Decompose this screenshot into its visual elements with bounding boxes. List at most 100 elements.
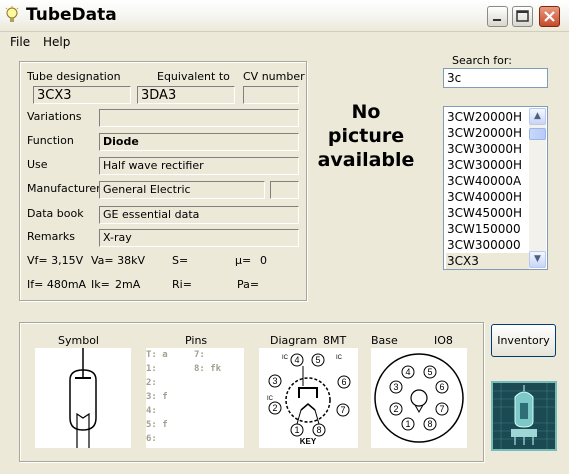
pin-entry: 5: f [146, 420, 168, 430]
base-pin-label: 4 [405, 367, 410, 377]
base-pin-label: 3 [393, 382, 398, 392]
app-window: TubeData File Help Tube designation Equi… [0, 0, 569, 474]
s-value: S= [172, 254, 189, 267]
pins-list: T: a 1: 2: 3: f 4: 5: f 6: 7: 8: fk [146, 348, 244, 448]
pin-entry: 4: [146, 406, 157, 416]
pin-entry: 2: [146, 378, 157, 388]
pin-entry: 6: [146, 434, 157, 444]
symbol-label: Symbol [58, 334, 99, 347]
base-label: Base [371, 334, 398, 347]
diagram-pin-label: IC [336, 355, 343, 361]
function-label: Function [27, 134, 74, 147]
inventory-button[interactable]: Inventory [491, 324, 556, 357]
diagram-pin-label: 4 [294, 355, 299, 365]
ik-value: 2mA [115, 278, 141, 291]
diagram-code: 8MT [323, 334, 347, 347]
pin-entry: 8: fk [194, 364, 222, 374]
tube-logo-icon [493, 383, 555, 449]
base-diagram-icon: 4 5 3 6 2 7 1 8 [374, 353, 464, 443]
diagram-pin-label: 7 [340, 405, 345, 415]
list-item[interactable]: 3CW30000H [446, 141, 529, 157]
scroll-up-icon[interactable]: ▲ [529, 108, 546, 125]
diagram-pin-label: 2 [272, 403, 277, 413]
base-diagram: 4 5 3 6 2 7 1 8 [371, 348, 467, 448]
tube-symbol [35, 348, 131, 448]
diagram-pin-label: KEY [300, 437, 317, 446]
diagram-pin-label: 3 [272, 376, 277, 386]
manufacturer-field[interactable]: General Electric [99, 181, 265, 199]
close-icon [544, 11, 555, 22]
databook-field[interactable]: GE essential data [99, 206, 299, 224]
diagram-pin-label: IC [282, 355, 289, 361]
maximize-button[interactable] [512, 6, 533, 27]
close-button[interactable] [539, 6, 560, 27]
no-picture-line3: available [317, 149, 415, 171]
bulb-icon [5, 6, 19, 22]
mu-value: 0 [260, 254, 267, 267]
minimize-button[interactable] [487, 6, 508, 27]
list-item[interactable]: 3CW150000 [446, 221, 529, 237]
base-pin-label: 6 [439, 382, 444, 392]
minimize-icon [493, 19, 501, 21]
remarks-label: Remarks [27, 230, 75, 243]
no-picture-text: No picture available [306, 100, 426, 172]
menu-file[interactable]: File [10, 35, 30, 49]
equivalent-field[interactable]: 3DA3 [137, 86, 235, 104]
va-value: Va= 38kV [91, 254, 146, 267]
diagram-pin-label: 1 [294, 425, 299, 435]
ik-label: Ik= [91, 278, 110, 291]
base-pin-label: 8 [427, 419, 432, 429]
pin-entry: 3: f [146, 392, 168, 402]
list-item[interactable]: 3CW40000H [446, 189, 529, 205]
pa-value: Pa= [237, 278, 260, 291]
pin-entry: T: a [146, 350, 168, 360]
list-item[interactable]: 3CW300000 [446, 237, 529, 253]
vf-value: Vf= 3,15V [27, 254, 84, 267]
search-input[interactable]: 3c [443, 68, 548, 88]
base-code: IO8 [434, 334, 453, 347]
tube-logo [491, 381, 557, 451]
list-item-selected[interactable]: 3CX3 [446, 253, 529, 269]
scroll-down-icon[interactable]: ▼ [529, 251, 546, 268]
manufacturer-code-field[interactable] [270, 181, 299, 199]
diagram-pin-label: 6 [341, 377, 346, 387]
variations-field[interactable] [99, 109, 299, 127]
variations-label: Variations [27, 110, 82, 123]
mu-label: µ= [235, 254, 252, 267]
diagram-pin-label: IC [267, 396, 274, 402]
scroll-thumb[interactable] [529, 128, 546, 140]
designation-label: Tube designation [27, 70, 121, 83]
list-item[interactable]: 3CW20000H [446, 125, 529, 141]
diode-symbol-icon [69, 348, 97, 448]
databook-label: Data book [27, 207, 84, 220]
menu-bar: File Help [0, 32, 569, 52]
no-picture-line1: No [351, 101, 381, 123]
title-bar[interactable]: TubeData [0, 0, 569, 32]
base-pin-label: 5 [427, 367, 432, 377]
tube-list[interactable]: 3CW20000H 3CW20000H 3CW30000H 3CW30000H … [443, 106, 548, 270]
list-item[interactable]: 3CW30000H [446, 157, 529, 173]
cv-field[interactable] [243, 86, 299, 104]
list-item[interactable]: 3CW40000A [446, 173, 529, 189]
list-item[interactable]: 3CW20000H [446, 109, 529, 125]
base-pin-label: 2 [393, 404, 398, 414]
pin-diagram: 4 5 IC IC 3 6 IC 2 7 1 8 KEY [259, 348, 358, 448]
base-pin-label: 7 [439, 404, 444, 414]
cv-label: CV number [243, 70, 305, 83]
diagram-pin-label: 5 [315, 355, 320, 365]
use-label: Use [27, 158, 48, 171]
list-item[interactable]: 3CW45000H [446, 205, 529, 221]
function-field[interactable]: Diode [99, 133, 299, 151]
manufacturer-label: Manufacturer [27, 182, 101, 195]
use-field[interactable]: Half wave rectifier [99, 157, 299, 175]
remarks-field[interactable]: X-ray [99, 229, 299, 247]
search-label: Search for: [452, 54, 512, 67]
diagram-label: Diagram [270, 334, 318, 347]
no-picture-line2: picture [327, 125, 405, 147]
pin-entry: 7: [194, 350, 205, 360]
pin-diagram-icon: 4 5 IC IC 3 6 IC 2 7 1 8 KEY [267, 353, 351, 446]
list-scrollbar[interactable]: ▲ ▼ [529, 108, 546, 268]
designation-field[interactable]: 3CX3 [33, 86, 131, 104]
window-title: TubeData [26, 5, 117, 25]
menu-help[interactable]: Help [43, 35, 70, 49]
